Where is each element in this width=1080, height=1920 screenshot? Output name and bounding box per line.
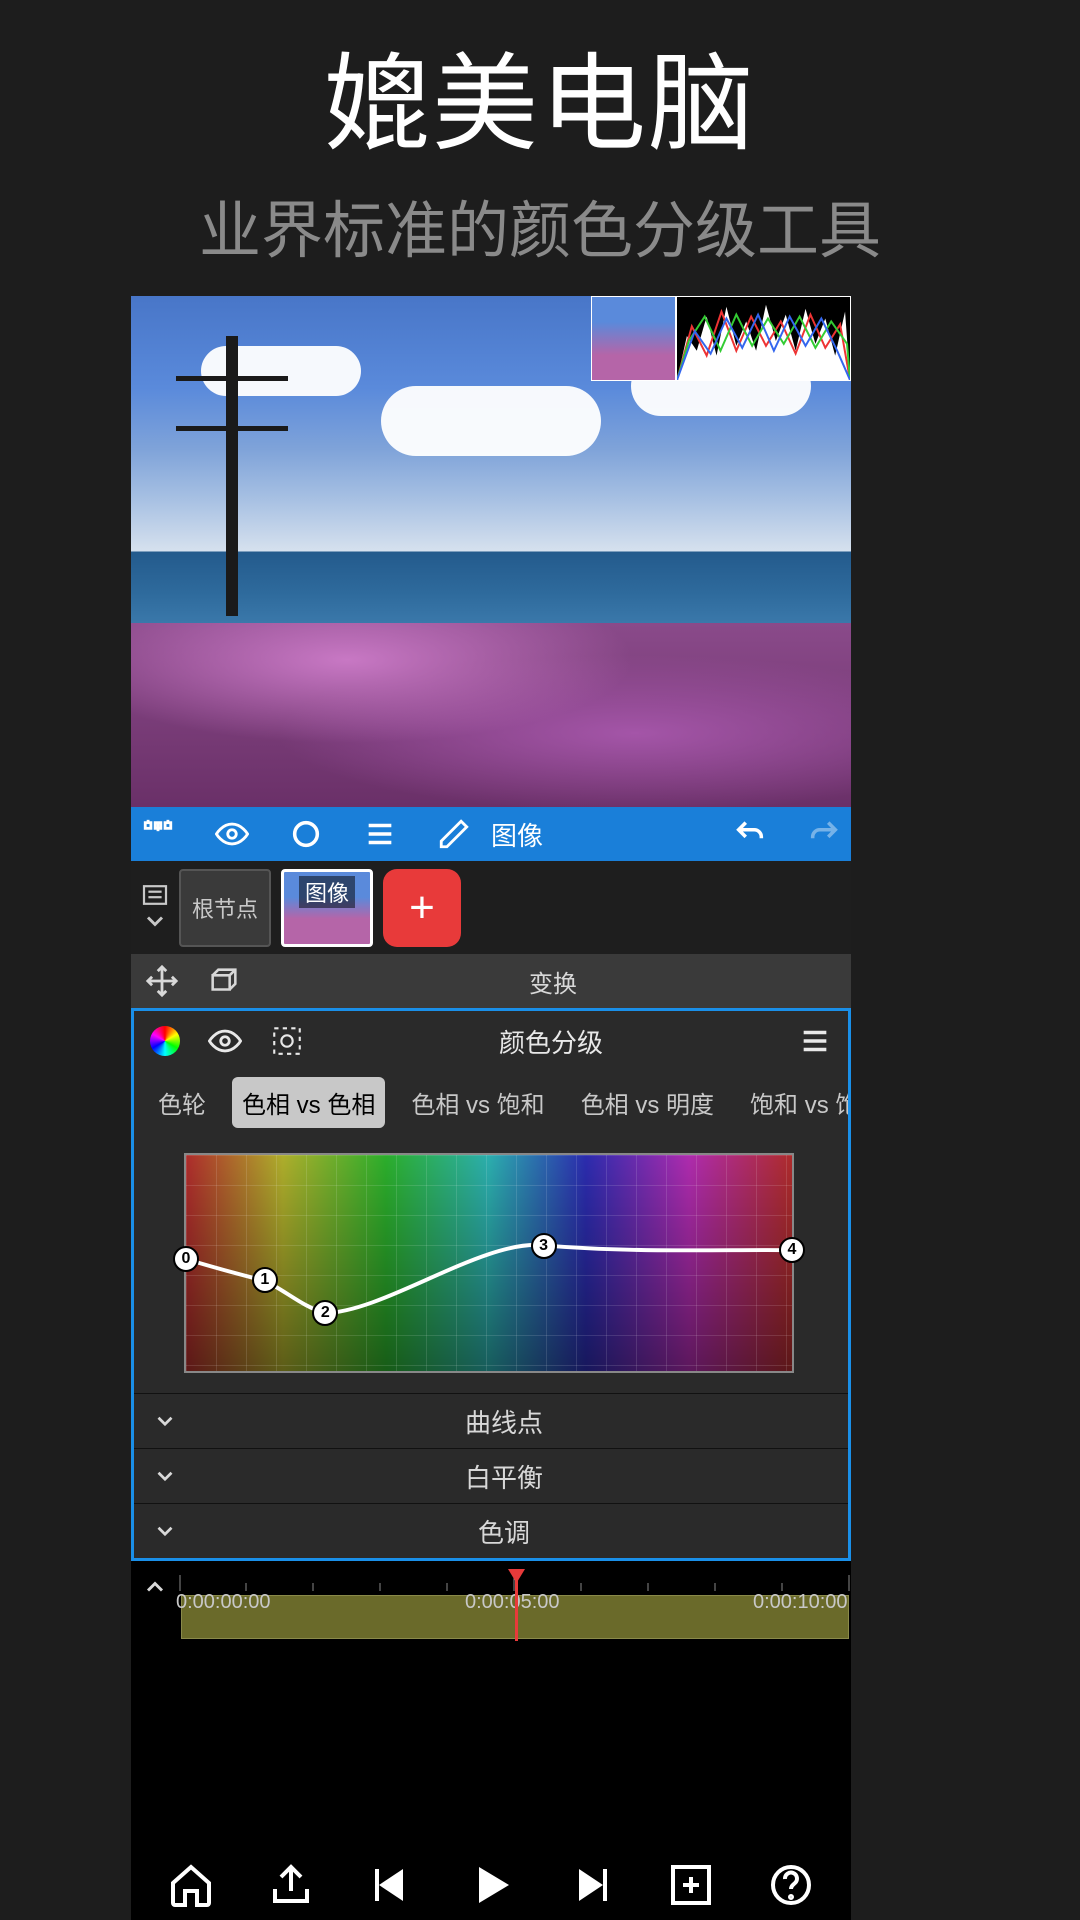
eye-icon[interactable] bbox=[215, 817, 249, 851]
toolbar: 图像 bbox=[131, 807, 851, 861]
time-mark-2: 0:00:10:00 bbox=[753, 1591, 848, 1614]
app-frame: 图像 根节点 图像 + 变换 颜色分级 色轮 色相 vs 色相 色相 vs 饱和 bbox=[131, 296, 851, 1920]
home-button[interactable] bbox=[167, 1861, 215, 1909]
cube-icon bbox=[207, 964, 241, 998]
next-button[interactable] bbox=[567, 1861, 615, 1909]
curve-point-4[interactable]: 4 bbox=[779, 1237, 805, 1263]
curve-point-2[interactable]: 2 bbox=[312, 1300, 338, 1326]
edit-icon[interactable] bbox=[437, 817, 471, 851]
transform-label: 变换 bbox=[269, 964, 837, 999]
promo-subtitle: 业界标准的颜色分级工具 bbox=[0, 180, 1080, 270]
panel-menu-icon[interactable] bbox=[798, 1024, 832, 1058]
curve-point-3[interactable]: 3 bbox=[531, 1233, 557, 1259]
promo-header: 媲美电脑 业界标准的颜色分级工具 bbox=[0, 0, 1080, 280]
mask-icon[interactable] bbox=[270, 1024, 304, 1058]
library-button[interactable] bbox=[667, 1861, 715, 1909]
color-grading-panel: 颜色分级 色轮 色相 vs 色相 色相 vs 饱和 色相 vs 明度 饱和 vs… bbox=[131, 1008, 851, 1561]
undo-icon[interactable] bbox=[733, 817, 767, 851]
tab-hue-vs-sat[interactable]: 色相 vs 饱和 bbox=[401, 1077, 554, 1128]
play-button[interactable] bbox=[467, 1861, 515, 1909]
tab-color-wheel[interactable]: 色轮 bbox=[148, 1077, 216, 1128]
accordion-white-balance[interactable]: 白平衡 bbox=[134, 1448, 848, 1503]
time-mark-1: 0:00:05:00 bbox=[465, 1591, 560, 1614]
promo-title: 媲美电脑 bbox=[0, 18, 1080, 172]
menu-icon[interactable] bbox=[363, 817, 397, 851]
accordion-curve-points[interactable]: 曲线点 bbox=[134, 1393, 848, 1448]
transform-row[interactable]: 变换 bbox=[131, 954, 851, 1008]
node-image[interactable]: 图像 bbox=[281, 869, 373, 947]
node-root[interactable]: 根节点 bbox=[179, 869, 271, 947]
timeline-area: 0:00:00:00 0:00:05:00 0:00:10:00 bbox=[131, 1561, 851, 1647]
prev-button[interactable] bbox=[367, 1861, 415, 1909]
redo-icon[interactable] bbox=[807, 817, 841, 851]
node-list-toggle[interactable] bbox=[141, 884, 169, 932]
curve-point-0[interactable]: 0 bbox=[173, 1246, 199, 1272]
tab-hue-vs-hue[interactable]: 色相 vs 色相 bbox=[232, 1077, 385, 1128]
time-mark-0: 0:00:00:00 bbox=[176, 1591, 271, 1614]
circle-icon[interactable] bbox=[289, 817, 323, 851]
curve-point-1[interactable]: 1 bbox=[252, 1267, 278, 1293]
hue-curve-editor[interactable]: 0 1 2 3 4 bbox=[184, 1153, 794, 1373]
breadcrumb: 图像 bbox=[491, 816, 543, 853]
color-wheel-icon[interactable] bbox=[150, 1026, 180, 1056]
node-strip: 根节点 图像 + bbox=[131, 861, 851, 954]
share-button[interactable] bbox=[267, 1861, 315, 1909]
scope-thumbnail[interactable] bbox=[591, 296, 676, 381]
layers-icon[interactable] bbox=[141, 817, 175, 851]
playhead[interactable] bbox=[515, 1571, 518, 1641]
add-node-button[interactable]: + bbox=[383, 869, 461, 947]
eye-icon[interactable] bbox=[208, 1024, 242, 1058]
tab-hue-vs-lum[interactable]: 色相 vs 明度 bbox=[571, 1077, 724, 1128]
scope-histogram[interactable] bbox=[676, 296, 851, 381]
tab-sat-vs-sat[interactable]: 饱和 vs 饱和 bbox=[740, 1077, 848, 1128]
panel-title: 颜色分级 bbox=[332, 1023, 770, 1060]
timeline[interactable]: 0:00:00:00 0:00:05:00 0:00:10:00 bbox=[179, 1567, 851, 1645]
move-icon bbox=[145, 964, 179, 998]
curve-tabs: 色轮 色相 vs 色相 色相 vs 饱和 色相 vs 明度 饱和 vs 饱和 bbox=[134, 1071, 848, 1133]
accordion-tone[interactable]: 色调 bbox=[134, 1503, 848, 1558]
video-preview[interactable] bbox=[131, 296, 851, 807]
help-button[interactable] bbox=[767, 1861, 815, 1909]
timeline-collapse[interactable] bbox=[131, 1567, 179, 1607]
bottom-bar bbox=[131, 1850, 851, 1920]
